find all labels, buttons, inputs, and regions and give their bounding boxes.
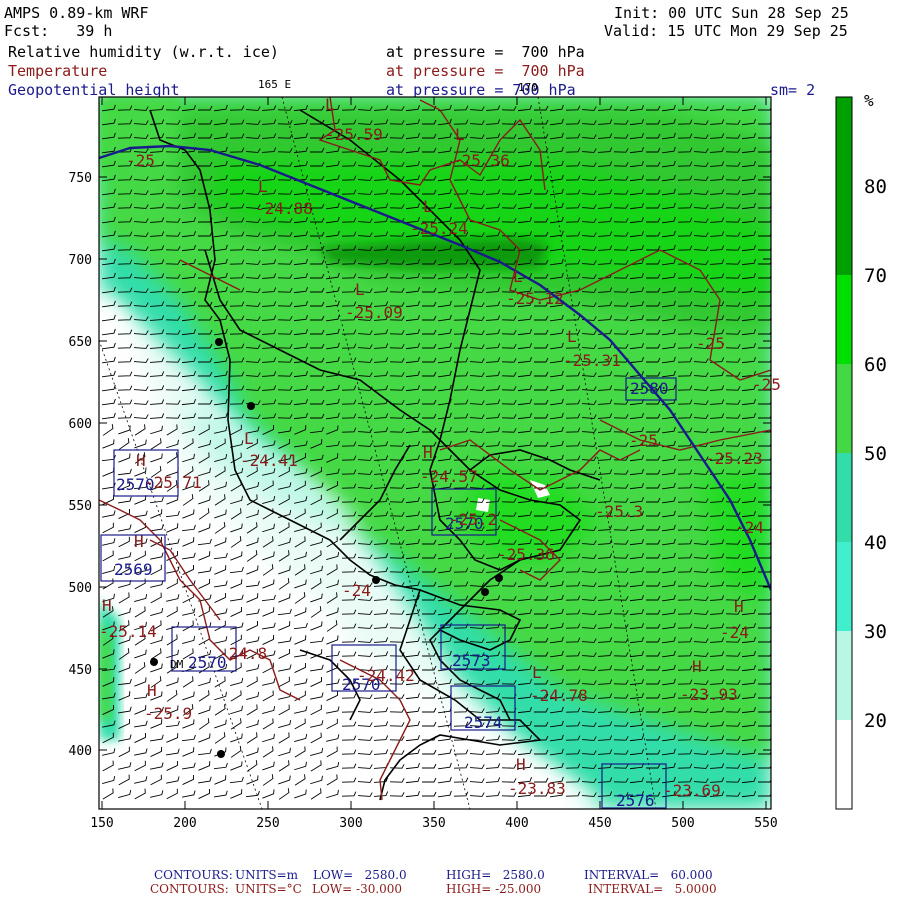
colorbar-tick-label: 70 bbox=[864, 265, 887, 287]
high-marker: H bbox=[134, 532, 144, 551]
temperature-label: -24 bbox=[342, 581, 371, 600]
high-marker: H bbox=[734, 597, 744, 616]
temperature-label: -24.41 bbox=[240, 451, 298, 470]
temperature-label: -25 bbox=[696, 334, 725, 353]
colorbar-swatch bbox=[836, 453, 852, 543]
footer-height-interval: INTERVAL= 60.000 bbox=[584, 868, 713, 882]
footer-height-high: HIGH= 2580.0 bbox=[446, 868, 545, 882]
x-tick-label: 200 bbox=[173, 816, 196, 831]
temperature-label: -25.59 bbox=[325, 125, 383, 144]
high-marker: H bbox=[692, 657, 702, 676]
high-marker: H bbox=[516, 755, 526, 774]
low-marker: L bbox=[513, 267, 523, 286]
colorbar: % 80 70 60 50 40 30 20 bbox=[835, 91, 887, 810]
high-marker: H bbox=[423, 443, 433, 462]
low-marker: L bbox=[325, 95, 335, 114]
temperature-label: -25.9 bbox=[144, 704, 192, 723]
colorbar-swatch bbox=[836, 275, 852, 365]
temperature-label: -23.93 bbox=[680, 685, 738, 704]
height-label: 2580 bbox=[630, 379, 669, 398]
height-label: 2573 bbox=[452, 651, 491, 670]
x-tick-label: 300 bbox=[339, 816, 362, 831]
temperature-label: -25.24 bbox=[410, 219, 468, 238]
temperature-label: -24.78 bbox=[530, 686, 588, 705]
low-marker: L bbox=[567, 327, 577, 346]
y-tick-label: 700 bbox=[69, 253, 92, 268]
temperature-label: -23.69 bbox=[663, 781, 721, 800]
low-marker: L bbox=[455, 125, 465, 144]
temperature-label: -25.23 bbox=[705, 449, 763, 468]
colorbar-swatch bbox=[836, 364, 852, 454]
temperature-label: -23.83 bbox=[508, 779, 566, 798]
temperature-label: -25.14 bbox=[99, 622, 157, 641]
footer-height-contour-name: CONTOURS: bbox=[154, 868, 233, 882]
colorbar-tick-label: 80 bbox=[864, 176, 887, 198]
x-tick-label: 150 bbox=[90, 816, 113, 831]
temperature-label: -25.71 bbox=[144, 473, 202, 492]
temperature-label: -25.36 bbox=[497, 545, 555, 564]
temperature-label: -24 bbox=[720, 623, 749, 642]
colorbar-swatch bbox=[836, 631, 852, 721]
height-label: 2569 bbox=[114, 560, 153, 579]
temperature-label: -25 bbox=[629, 431, 658, 450]
x-tick-label: 350 bbox=[422, 816, 445, 831]
high-marker: H bbox=[147, 681, 157, 700]
footer-temp-contour-name: CONTOURS: bbox=[150, 882, 229, 896]
temperature-label: -25.2 bbox=[449, 510, 497, 529]
footer-temp-high: HIGH= -25.000 bbox=[446, 882, 542, 896]
low-marker: L bbox=[244, 429, 254, 448]
colorbar-tick-label: 60 bbox=[864, 354, 887, 376]
colorbar-swatch bbox=[836, 186, 852, 276]
low-marker: L bbox=[355, 280, 365, 299]
high-marker: H bbox=[136, 451, 146, 470]
low-marker: L bbox=[258, 177, 268, 196]
temperature-label: -25.36 bbox=[452, 151, 510, 170]
colorbar-tick-label: 50 bbox=[864, 443, 887, 465]
y-tick-label: 750 bbox=[69, 171, 92, 186]
low-marker: L bbox=[532, 663, 542, 682]
x-tick-label: 250 bbox=[256, 816, 279, 831]
weather-map: 258025702569257325702574257625702570DM -… bbox=[69, 91, 887, 831]
colorbar-unit: % bbox=[864, 91, 874, 110]
y-tick-label: 500 bbox=[69, 581, 92, 596]
colorbar-tick-label: 30 bbox=[864, 621, 887, 643]
footer-temp-low: LOW= -30.000 bbox=[312, 882, 403, 896]
height-label: 2576 bbox=[616, 791, 655, 810]
high-marker: H bbox=[102, 596, 112, 615]
temperature-label: -25.31 bbox=[563, 351, 621, 370]
colorbar-tick-label: 40 bbox=[864, 532, 887, 554]
temperature-label: -24.57 bbox=[420, 467, 478, 486]
colorbar-swatch bbox=[836, 97, 852, 187]
temperature-label: -24 bbox=[735, 518, 764, 537]
colorbar-swatch bbox=[836, 542, 852, 632]
temperature-label: -24.42 bbox=[357, 666, 415, 685]
temperature-label: -25.3 bbox=[595, 502, 643, 521]
y-tick-label: 450 bbox=[69, 663, 92, 678]
temperature-label: -25.12 bbox=[506, 289, 564, 308]
y-tick-label: 650 bbox=[69, 335, 92, 350]
footer-temp-units: UNITS=°C bbox=[235, 882, 302, 896]
x-tick-label: 500 bbox=[671, 816, 694, 831]
y-tick-label: 600 bbox=[69, 417, 92, 432]
footer-height-low: LOW= 2580.0 bbox=[313, 868, 407, 882]
x-tick-label: 400 bbox=[505, 816, 528, 831]
temperature-label: -25 bbox=[752, 375, 781, 394]
footer-height-units: UNITS=m bbox=[235, 868, 299, 882]
temperature-label: -25 bbox=[126, 151, 155, 170]
colorbar-tick-label: 20 bbox=[864, 710, 887, 732]
y-tick-label: 550 bbox=[69, 499, 92, 514]
low-marker: L bbox=[423, 197, 433, 216]
x-tick-label: 450 bbox=[588, 816, 611, 831]
temperature-label: -25.09 bbox=[345, 303, 403, 322]
footer-temp-interval: INTERVAL= 5.0000 bbox=[588, 882, 717, 896]
y-tick-label: 400 bbox=[69, 744, 92, 759]
x-tick-label: 550 bbox=[754, 816, 777, 831]
station-label: DM bbox=[170, 658, 184, 671]
temperature-label: -24.88 bbox=[255, 199, 313, 218]
colorbar-swatch bbox=[836, 720, 852, 810]
height-label: 2574 bbox=[464, 713, 503, 732]
temperature-label: -24.8 bbox=[219, 644, 267, 663]
